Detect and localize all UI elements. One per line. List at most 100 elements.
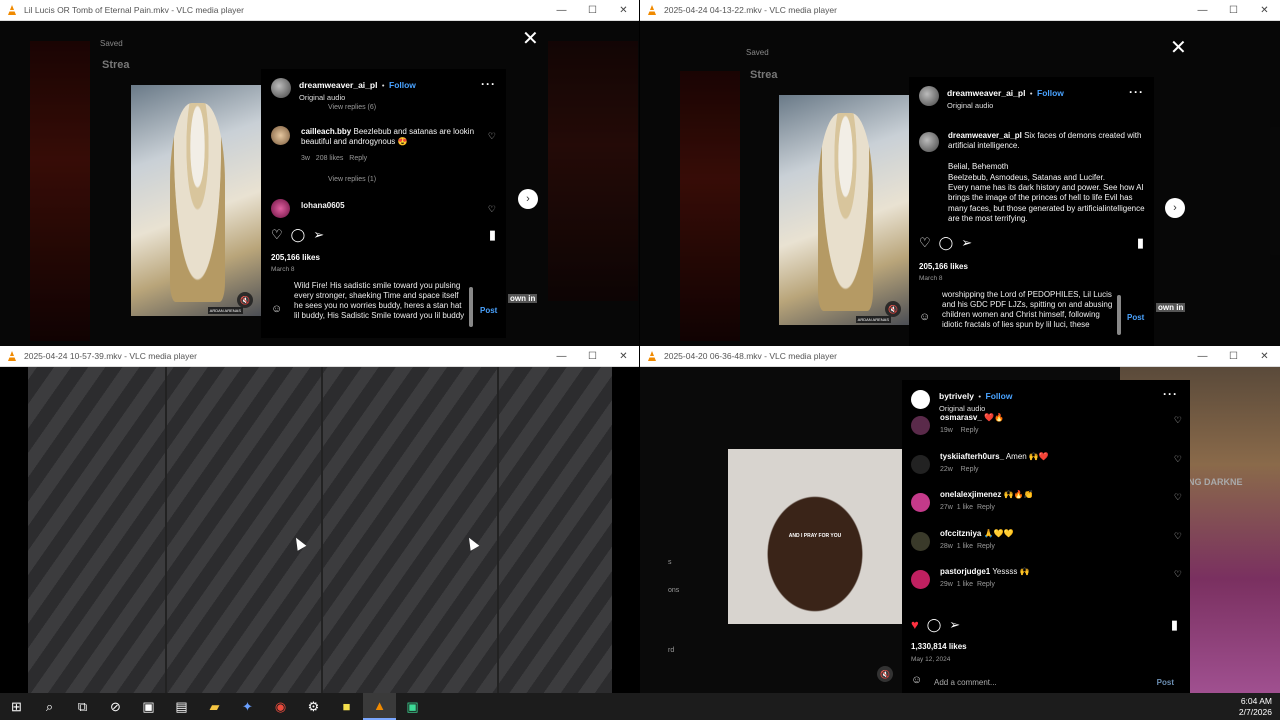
avatar[interactable] — [271, 199, 290, 218]
audio-label[interactable]: Original audio — [947, 101, 1064, 110]
more-options-icon[interactable]: ··· — [1129, 85, 1144, 99]
reply-button[interactable]: Reply — [977, 504, 995, 511]
avatar[interactable] — [911, 531, 930, 551]
liked-heart-icon[interactable]: ♥ — [911, 617, 919, 633]
heart-icon[interactable]: ♡ — [1174, 492, 1182, 503]
comment-likes[interactable]: 1 like — [957, 543, 973, 550]
comment-input[interactable]: Add a comment... — [934, 678, 997, 688]
comment-likes[interactable]: 1 like — [957, 504, 973, 511]
close-button[interactable]: ✕ — [1249, 0, 1280, 21]
sticky-notes-icon[interactable]: ■ — [330, 693, 363, 720]
avatar[interactable] — [911, 570, 930, 589]
mute-icon[interactable]: 🔇 — [885, 301, 901, 317]
next-arrow-icon[interactable]: › — [1165, 198, 1185, 218]
title-bar[interactable]: 2025-04-20 06-36-48.mkv - VLC media play… — [640, 346, 1280, 367]
close-icon[interactable]: ✕ — [1170, 38, 1187, 58]
avatar[interactable] — [919, 86, 939, 106]
share-icon[interactable]: ➢ — [949, 617, 960, 633]
share-icon[interactable]: ➢ — [313, 227, 324, 243]
reply-button[interactable]: Reply — [349, 155, 367, 162]
view-replies[interactable]: View replies (1) — [328, 176, 376, 183]
reply-button[interactable]: Reply — [977, 543, 995, 550]
like-icon[interactable]: ♡ — [919, 235, 931, 251]
view-replies[interactable]: View replies (6) — [328, 104, 376, 111]
audio-label[interactable]: Original audio — [299, 93, 416, 102]
avatar[interactable] — [911, 454, 930, 474]
post-media[interactable]: 🔇 ARDAN ARENAS — [779, 95, 909, 325]
minimize-button[interactable]: — — [1187, 346, 1218, 367]
comment-user[interactable]: osmarasv_ — [940, 413, 982, 422]
file-explorer-icon[interactable]: ▰ — [198, 693, 231, 720]
app-icon[interactable]: ⚙ — [297, 693, 330, 720]
comment-input[interactable]: worshipping the Lord of PEDOPHILES, Lil … — [942, 290, 1114, 344]
follow-button[interactable]: Follow — [1037, 88, 1064, 98]
likes-count[interactable]: 1,330,814 likes — [911, 642, 967, 651]
app-icon[interactable]: ▣ — [396, 693, 429, 720]
avatar[interactable] — [911, 416, 930, 435]
reply-button[interactable]: Reply — [961, 466, 979, 473]
emoji-icon[interactable]: ☺ — [911, 674, 922, 686]
close-button[interactable]: ✕ — [608, 346, 639, 367]
post-button[interactable]: Post — [1127, 313, 1144, 322]
comment-user[interactable]: onelalexjimenez — [940, 490, 1001, 499]
share-icon[interactable]: ➢ — [961, 235, 972, 251]
saved-label[interactable]: Saved — [746, 48, 769, 57]
search-icon[interactable]: ⌕ — [33, 693, 66, 720]
username[interactable]: dreamweaver_ai_pl — [299, 80, 377, 90]
heart-icon[interactable]: ♡ — [1174, 415, 1182, 426]
close-icon[interactable]: ✕ — [522, 29, 539, 49]
follow-button[interactable]: Follow — [986, 391, 1013, 401]
comment-user[interactable]: lohana0605 — [301, 201, 345, 211]
heart-icon[interactable]: ♡ — [1174, 531, 1182, 542]
bookmark-icon[interactable]: ▮ — [1137, 235, 1144, 251]
task-view-icon[interactable]: ⧉ — [66, 693, 99, 720]
comment-user[interactable]: ofccitzniya — [940, 529, 981, 538]
more-options-icon[interactable]: ··· — [481, 77, 496, 91]
minimize-button[interactable]: — — [546, 0, 577, 21]
comment-likes[interactable]: 208 likes — [316, 155, 344, 162]
likes-count[interactable]: 205,166 likes — [919, 262, 968, 271]
heart-icon[interactable]: ♡ — [488, 204, 496, 215]
post-button[interactable]: Post — [480, 306, 497, 315]
follow-button[interactable]: Follow — [389, 80, 416, 90]
system-clock[interactable]: 6:04 AM 2/7/2026 — [1239, 696, 1272, 719]
scrollbar[interactable] — [469, 287, 473, 327]
app-icon[interactable]: ✦ — [231, 693, 264, 720]
comment-icon[interactable]: ◯ — [927, 617, 942, 633]
comment-input[interactable]: Wild Fire! His sadistic smile toward you… — [294, 281, 466, 335]
title-bar[interactable]: 2025-04-24 04-13-22.mkv - VLC media play… — [640, 0, 1280, 21]
heart-icon[interactable]: ♡ — [1174, 569, 1182, 580]
emoji-icon[interactable]: ☺ — [919, 311, 930, 323]
comment-likes[interactable]: 1 like — [957, 581, 973, 588]
title-bar[interactable]: 2025-04-24 10-57-39.mkv - VLC media play… — [0, 346, 639, 367]
post-media[interactable]: 🔇 ARDAN ARENAS — [131, 85, 261, 316]
emoji-icon[interactable]: ☺ — [271, 303, 282, 315]
reel-video[interactable]: AND I PRAY FOR YOU — [728, 449, 902, 624]
minimize-button[interactable]: — — [1187, 0, 1218, 21]
avatar[interactable] — [271, 78, 291, 98]
likes-count[interactable]: 205,166 likes — [271, 253, 320, 262]
windows-start-icon[interactable]: ⊞ — [0, 693, 33, 720]
comment-user[interactable]: pastorjudge1 — [940, 567, 990, 576]
mute-icon[interactable]: 🔇 — [877, 666, 893, 682]
reply-button[interactable]: Reply — [977, 581, 995, 588]
scrollbar[interactable] — [1117, 295, 1121, 335]
caption-user[interactable]: dreamweaver_ai_pl — [948, 131, 1022, 140]
avatar[interactable] — [271, 126, 290, 145]
like-icon[interactable]: ♡ — [271, 227, 283, 243]
comment-user[interactable]: cailleach.bby — [301, 127, 351, 136]
username[interactable]: bytrively — [939, 391, 974, 401]
close-button[interactable]: ✕ — [608, 0, 639, 21]
app-icon[interactable]: ⊘ — [99, 693, 132, 720]
username[interactable]: dreamweaver_ai_pl — [947, 88, 1025, 98]
next-arrow-icon[interactable]: › — [518, 189, 538, 209]
vlc-icon[interactable]: ▲ — [363, 693, 396, 720]
bookmark-icon[interactable]: ▮ — [489, 227, 496, 243]
heart-icon[interactable]: ♡ — [488, 131, 496, 142]
app-icon[interactable]: ▤ — [165, 693, 198, 720]
maximize-button[interactable]: ☐ — [1218, 0, 1249, 21]
bookmark-icon[interactable]: ▮ — [1171, 617, 1178, 633]
mute-icon[interactable]: 🔇 — [237, 292, 253, 308]
comment-icon[interactable]: ◯ — [291, 227, 306, 243]
post-button[interactable]: Post — [1157, 678, 1174, 687]
